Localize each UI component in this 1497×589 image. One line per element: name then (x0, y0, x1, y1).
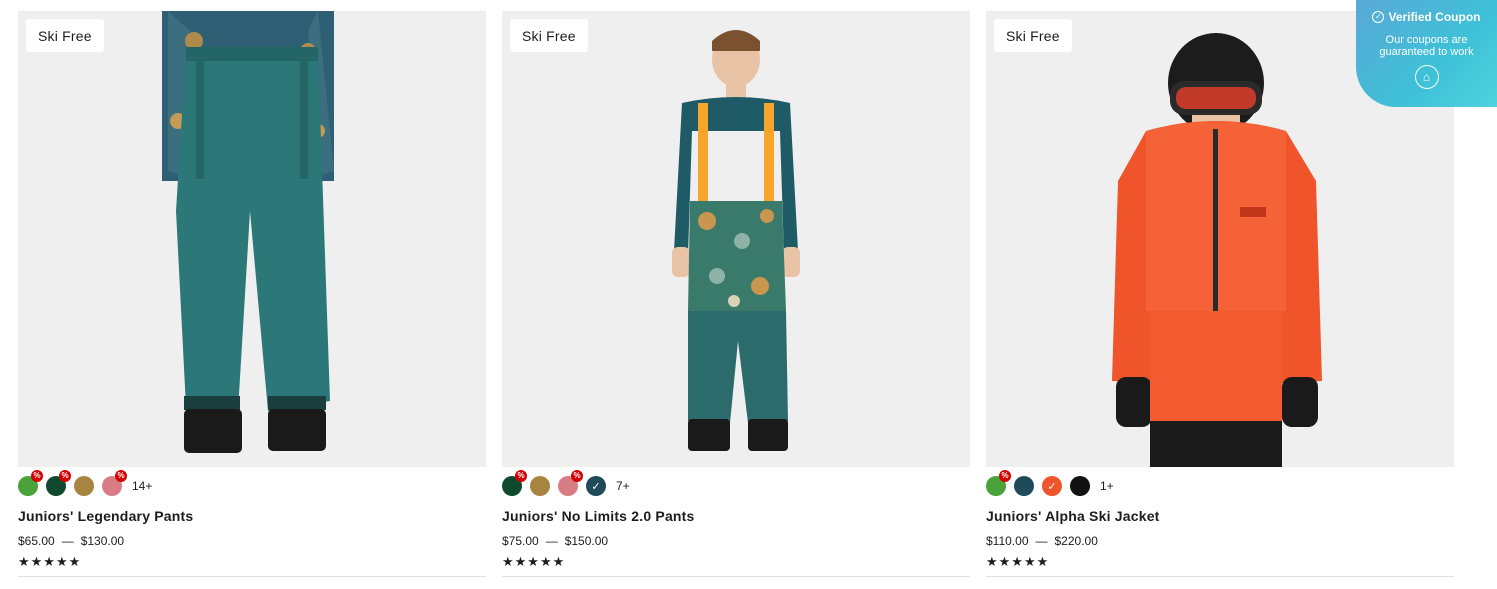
divider (18, 576, 486, 577)
product-price: $75.00 — $150.00 (502, 534, 970, 548)
product-price: $110.00 — $220.00 (986, 534, 1454, 548)
price-high: $150.00 (564, 534, 609, 548)
color-swatch[interactable]: % (986, 470, 1011, 496)
divider (986, 576, 1454, 577)
product-grid: Ski Free % % % 14+ Juniors' Legendary Pa… (0, 0, 1497, 589)
check-circle-icon: ✓ (1372, 11, 1385, 23)
star-rating: ★★★★★ (502, 554, 566, 569)
sale-badge: % (115, 470, 127, 482)
sale-badge: % (515, 470, 527, 482)
color-swatch[interactable]: % (558, 470, 583, 496)
coupon-logo-icon: ⌂ (1414, 65, 1439, 89)
price-low: $65.00 (18, 534, 55, 548)
color-swatch[interactable] (1014, 476, 1034, 496)
coupon-subtitle: Our coupons are guaranteed to work (1379, 34, 1474, 58)
sale-badge: % (31, 470, 43, 482)
no-limits-pants-illustration (672, 30, 800, 451)
color-swatch[interactable] (530, 476, 550, 496)
product-card[interactable]: Ski Free % % ✓ 7+ Juniors' No Limits 2.0… (502, 11, 970, 570)
check-icon: ✓ (1047, 480, 1057, 493)
coupon-title-text: Verified Coupon (1388, 10, 1481, 24)
product-card[interactable]: Ski Free % % % 14+ Juniors' Legendary Pa… (18, 11, 486, 570)
color-swatch-selected[interactable]: ✓ (1042, 476, 1062, 496)
sale-badge: % (999, 470, 1011, 482)
product-price: $65.00 — $130.00 (18, 534, 486, 548)
color-swatches: % ✓ 1+ (986, 470, 1454, 497)
divider (502, 576, 970, 577)
coupon-title: ✓ Verified Coupon (1356, 10, 1497, 24)
product-name[interactable]: Juniors' Legendary Pants (18, 508, 486, 524)
price-low: $75.00 (502, 534, 539, 548)
color-swatch[interactable] (1070, 476, 1090, 496)
product-name[interactable]: Juniors' No Limits 2.0 Pants (502, 508, 970, 524)
color-swatches: % % ✓ 7+ (502, 470, 970, 497)
color-swatch[interactable] (74, 476, 94, 496)
star-rating: ★★★★★ (18, 554, 82, 569)
verified-coupon-widget[interactable]: ✓ Verified Coupon Our coupons are guaran… (1356, 0, 1497, 107)
product-image[interactable]: Ski Free (18, 11, 486, 467)
promo-badge: Ski Free (26, 19, 104, 52)
color-swatches: % % % 14+ (18, 470, 486, 497)
price-low: $110.00 (986, 534, 1029, 548)
color-swatch-selected[interactable]: ✓ (586, 476, 606, 496)
price-high: $220.00 (1054, 534, 1098, 548)
more-colors-count[interactable]: 1+ (1100, 479, 1114, 493)
product-name[interactable]: Juniors' Alpha Ski Jacket (986, 508, 1454, 524)
color-swatch[interactable]: % (502, 470, 527, 496)
sale-badge: % (59, 470, 71, 482)
check-icon: ✓ (591, 480, 601, 493)
promo-badge: Ski Free (994, 19, 1072, 52)
price-high: $130.00 (80, 534, 125, 548)
price-separator: — (545, 534, 558, 548)
color-swatch[interactable]: % (18, 470, 43, 496)
promo-badge: Ski Free (510, 19, 588, 52)
more-colors-count[interactable]: 7+ (616, 479, 630, 493)
product-image[interactable]: Ski Free (502, 11, 970, 467)
legendary-pants-illustration (162, 11, 334, 453)
color-swatch[interactable]: % (102, 470, 127, 496)
price-separator: — (61, 534, 74, 548)
sale-badge: % (571, 470, 583, 482)
price-separator: — (1035, 534, 1048, 548)
more-colors-count[interactable]: 14+ (132, 479, 152, 493)
color-swatch[interactable]: % (46, 470, 71, 496)
star-rating: ★★★★★ (986, 554, 1050, 569)
